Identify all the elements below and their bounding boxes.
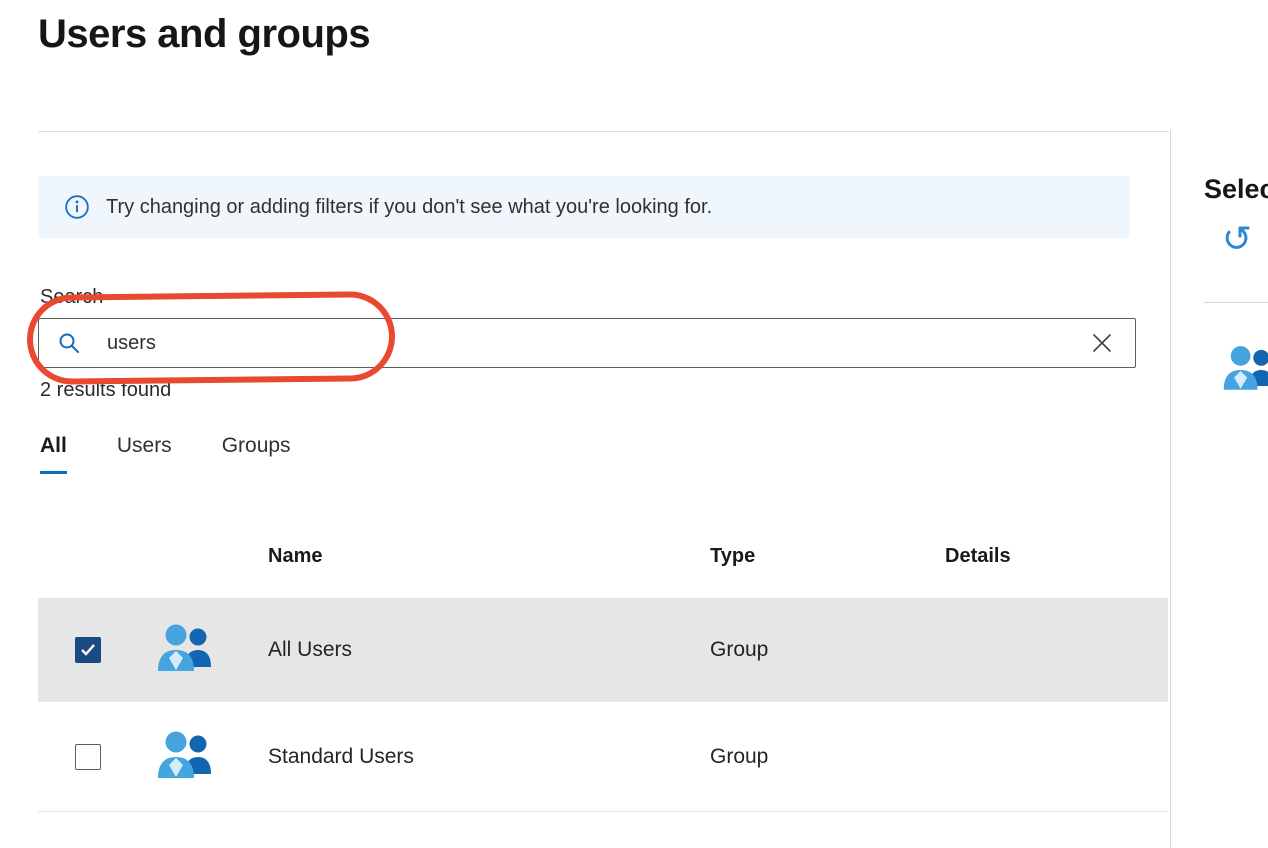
info-icon xyxy=(64,194,90,220)
top-divider xyxy=(38,131,1168,132)
undo-icon[interactable]: ↺ xyxy=(1222,222,1252,258)
group-icon xyxy=(1220,344,1268,396)
tab-users[interactable]: Users xyxy=(117,430,172,474)
checkmark-icon xyxy=(80,643,96,657)
filter-tabs: All Users Groups xyxy=(40,430,291,474)
search-icon xyxy=(57,331,81,355)
close-icon xyxy=(1089,330,1115,356)
row-checkbox-checked[interactable] xyxy=(75,637,101,663)
row-type: Group xyxy=(710,638,768,662)
tab-all[interactable]: All xyxy=(40,430,67,474)
table-row[interactable]: Standard Users Group xyxy=(38,702,1168,812)
row-type: Group xyxy=(710,745,768,769)
row-name: All Users xyxy=(268,638,352,662)
group-icon xyxy=(154,730,218,784)
vertical-divider xyxy=(1170,130,1171,848)
table-row[interactable]: All Users Group xyxy=(38,598,1168,702)
row-checkbox-unchecked[interactable] xyxy=(75,744,101,770)
column-header-type: Type xyxy=(710,545,755,568)
info-banner: Try changing or adding filters if you do… xyxy=(38,176,1130,238)
page-title: Users and groups xyxy=(38,12,370,57)
side-panel-title: Selec xyxy=(1204,174,1268,205)
tab-groups[interactable]: Groups xyxy=(222,430,291,474)
search-box[interactable] xyxy=(38,318,1136,368)
results-count: 2 results found xyxy=(40,379,171,402)
row-name: Standard Users xyxy=(268,745,414,769)
column-header-name: Name xyxy=(268,545,322,568)
banner-text: Try changing or adding filters if you do… xyxy=(106,196,712,219)
group-icon xyxy=(154,623,218,677)
search-label: Search xyxy=(40,286,103,309)
search-input[interactable] xyxy=(107,332,1087,355)
clear-search-button[interactable] xyxy=(1087,328,1117,358)
side-panel-divider xyxy=(1204,302,1268,303)
column-header-details: Details xyxy=(945,545,1011,568)
